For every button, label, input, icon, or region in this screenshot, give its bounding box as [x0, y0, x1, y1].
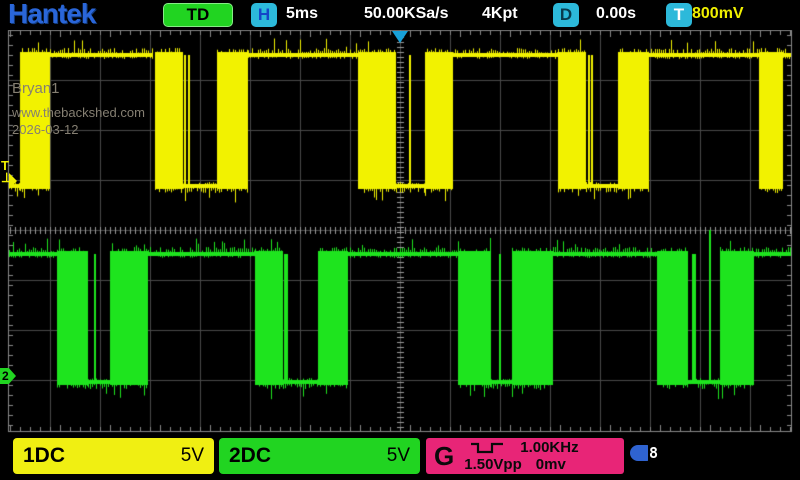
sample-rate-readout: 50.00KSa/s: [364, 5, 449, 23]
channel2-volts-div: 5V: [387, 445, 410, 467]
channel2-coupling-label: 2DC: [229, 444, 271, 468]
generator-label: G: [434, 441, 454, 472]
generator-status-box[interactable]: G 1.00KHz 1.50Vpp 0mv: [426, 438, 624, 474]
channel1-volts-div: 5V: [181, 445, 204, 467]
annotation-username: Bryan1: [12, 80, 60, 97]
horizontal-offset-readout: 0.00s: [596, 5, 636, 23]
usb-digit: 8: [648, 444, 659, 462]
oscilloscope-screen: Hantek TD H 5ms 50.00KSa/s 4Kpt D 0.00s …: [0, 0, 800, 480]
generator-offset: 0mv: [536, 456, 566, 473]
footer-bar: 1DC 5V 2DC 5V G 1.00KHz 1.50Vpp 0mv: [0, 436, 800, 480]
trigger-icon: T: [666, 3, 692, 27]
horizontal-icon: H: [251, 3, 277, 27]
timebase-readout: 5ms: [286, 5, 318, 23]
memory-depth-readout: 4Kpt: [482, 5, 518, 23]
trigger-position-marker[interactable]: [392, 31, 408, 43]
header-bar: Hantek TD H 5ms 50.00KSa/s 4Kpt D 0.00s …: [0, 0, 800, 30]
channel2-status-box[interactable]: 2DC 5V: [219, 438, 420, 474]
trigger-status-badge: TD: [163, 3, 233, 27]
delay-icon: D: [553, 3, 579, 27]
trigger-level-readout: 800mV: [692, 5, 744, 23]
channel1-status-box[interactable]: 1DC 5V: [13, 438, 214, 474]
generator-amplitude: 1.50Vpp: [464, 456, 522, 473]
annotation-date: 2026-03-12: [12, 122, 79, 137]
waveform-display: [0, 0, 800, 480]
annotation-website: www.thebackshed.com: [12, 105, 145, 120]
usb-drive-icon: [630, 445, 650, 461]
hantek-logo: Hantek: [8, 0, 95, 30]
channel1-coupling-label: 1DC: [23, 444, 65, 468]
generator-readouts: 1.00KHz 1.50Vpp 0mv: [464, 439, 616, 473]
usb-indicator: 8: [630, 444, 659, 462]
square-wave-icon: [470, 441, 504, 454]
generator-frequency: 1.00KHz: [520, 439, 578, 456]
